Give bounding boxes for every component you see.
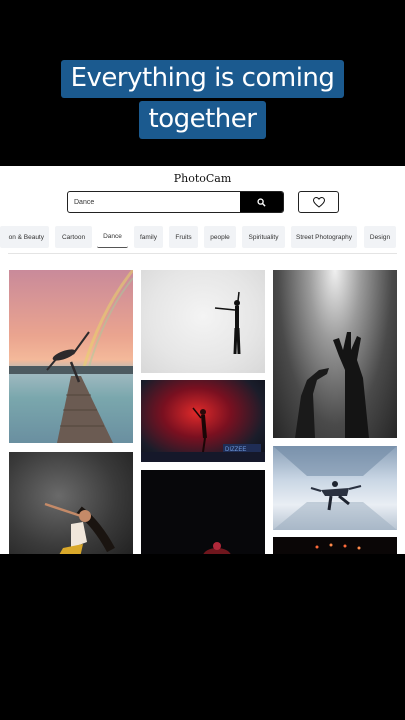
photo-dancer-red-stage: DIZZEE: [141, 407, 265, 462]
site-logo[interactable]: PhotoCam: [0, 172, 405, 185]
photo-tile[interactable]: [141, 470, 265, 554]
photo-tile[interactable]: [141, 270, 265, 373]
search-input[interactable]: [68, 192, 241, 212]
category-fashion-beauty[interactable]: on & Beauty: [0, 226, 49, 248]
photo-site-page: PhotoCam on & Beauty Cartoon Dance famil…: [0, 166, 405, 554]
photo-tile[interactable]: [273, 537, 397, 554]
photo-dancer-pier: [9, 270, 133, 443]
category-bar: on & Beauty Cartoon Dance family Fruits …: [0, 224, 405, 250]
category-spirituality[interactable]: Spirituality: [242, 226, 285, 248]
category-fruits[interactable]: Fruits: [169, 226, 198, 248]
caption-line-2-container: together: [0, 101, 405, 139]
stage-sign-text: DIZZEE: [225, 447, 246, 453]
photo-dark-stage: [203, 542, 231, 554]
photo-tile[interactable]: [273, 446, 397, 530]
caption-line-1: Everything is coming: [60, 60, 345, 98]
photo-tile[interactable]: [9, 270, 133, 443]
caption-line-2: together: [138, 101, 267, 139]
photo-woman-dancing: [44, 502, 115, 554]
category-street-photography[interactable]: Street Photography: [291, 226, 357, 248]
heart-icon: [312, 196, 325, 208]
category-dance[interactable]: Dance: [97, 226, 128, 248]
category-design[interactable]: Design: [364, 226, 396, 248]
photo-tile[interactable]: [273, 270, 397, 438]
caption-line-1-container: Everything is coming: [0, 60, 405, 98]
photo-concert-lights: [315, 543, 361, 550]
search-button[interactable]: [240, 192, 283, 212]
photo-tile[interactable]: DIZZEE: [141, 380, 265, 462]
search-icon: [257, 197, 266, 207]
photo-dancer-studio: [214, 291, 241, 355]
category-family[interactable]: family: [134, 226, 163, 248]
photo-hands-light: [295, 332, 369, 438]
photo-man-jumping: [273, 446, 397, 530]
category-divider: [8, 253, 397, 254]
photo-tile[interactable]: [9, 452, 133, 554]
search-bar: [67, 191, 284, 213]
favorites-button[interactable]: [298, 191, 339, 213]
category-cartoon[interactable]: Cartoon: [55, 226, 92, 248]
category-people[interactable]: people: [204, 226, 236, 248]
